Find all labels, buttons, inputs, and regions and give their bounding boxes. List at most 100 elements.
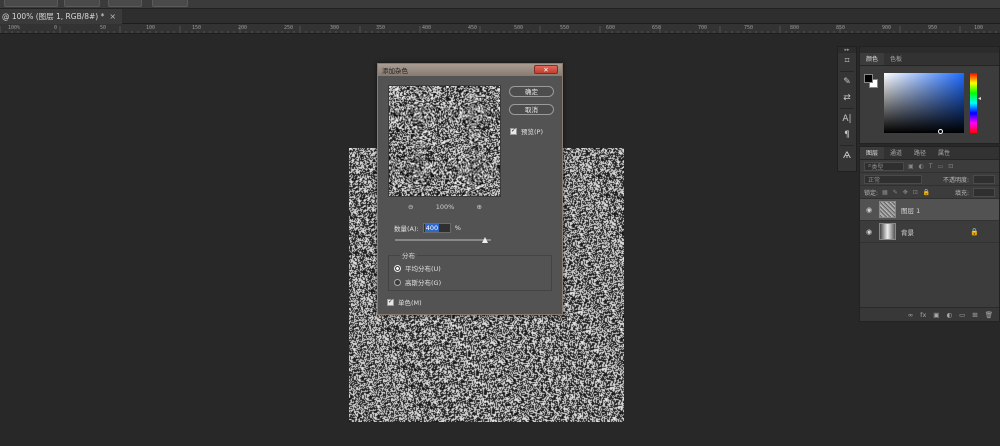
amount-value[interactable]: 400 xyxy=(424,224,440,232)
adjust-icon[interactable]: ⇄ xyxy=(838,90,856,106)
zoom-level: 100% xyxy=(435,203,455,211)
history-icon[interactable]: ⌗ xyxy=(838,53,856,69)
layer-row[interactable]: ◉ 背景 🔒 xyxy=(860,221,999,243)
monochrome-checkbox-row[interactable]: ✓ 单色(M) xyxy=(387,297,422,307)
foreground-color-swatch[interactable] xyxy=(864,74,873,83)
amount-slider-thumb[interactable] xyxy=(482,237,488,243)
amount-row: 数量(A): 400 % xyxy=(394,223,461,233)
lock-icons: ▦ ✎ ✥ ⊡ 🔒 xyxy=(882,189,930,196)
layer-name[interactable]: 背景 xyxy=(901,227,914,237)
link-layers-icon[interactable]: ∞ xyxy=(908,311,913,319)
lock-pixels-icon[interactable]: ▦ xyxy=(882,189,888,196)
color-picker-cursor[interactable] xyxy=(938,129,943,134)
visibility-eye-icon[interactable]: ◉ xyxy=(864,206,874,214)
layer-filter-label: 类型 xyxy=(871,163,884,171)
uniform-radio-row[interactable]: 平均分布(U) xyxy=(394,263,441,273)
amount-unit: % xyxy=(454,224,461,232)
brush-icon[interactable]: ✎ xyxy=(838,74,856,90)
cancel-button[interactable]: 取消 xyxy=(509,104,554,115)
lock-artboard-icon[interactable]: ⊡ xyxy=(913,189,918,196)
tab-channels[interactable]: 通道 xyxy=(884,147,908,159)
delete-layer-icon[interactable]: 🗑 xyxy=(985,311,993,319)
ruler-label: 100 xyxy=(974,25,984,31)
options-bar xyxy=(0,0,1000,9)
dock-divider xyxy=(840,145,854,146)
visibility-eye-icon[interactable]: ◉ xyxy=(864,228,874,236)
lock-move-icon[interactable]: ✥ xyxy=(903,189,908,196)
lock-icon: 🔒 xyxy=(970,227,979,236)
layers-panel: 图层 通道 路径 属性 ⌕ 类型 ▣ ◐ T ▭ ⊡ 正常 不透明度: 锁定: … xyxy=(859,146,1000,322)
layer-name[interactable]: 图层 1 xyxy=(901,205,920,215)
amount-input[interactable]: 400 xyxy=(422,223,451,233)
color-panel: 颜色 色板 ◂ xyxy=(859,46,1000,144)
filter-shape-icon[interactable]: ▭ xyxy=(938,163,944,170)
layer-thumbnail xyxy=(879,223,896,240)
tab-properties[interactable]: 属性 xyxy=(932,147,956,159)
gaussian-radio-row[interactable]: 高斯分布(G) xyxy=(394,277,441,287)
distribution-title: 分布 xyxy=(400,250,417,260)
ruler-label: 550 xyxy=(560,25,570,31)
color-picker-field[interactable] xyxy=(884,73,964,133)
text-icon[interactable]: A| xyxy=(838,111,856,127)
filter-type-icon[interactable]: T xyxy=(929,163,933,170)
ok-button[interactable]: 确定 xyxy=(509,86,554,97)
amount-slider-track[interactable] xyxy=(395,239,491,241)
ruler-label: 400 xyxy=(422,25,432,31)
monochrome-checkbox[interactable]: ✓ xyxy=(387,298,394,306)
layers-footer: ∞ fx ▣ ◐ ▭ ⊞ 🗑 xyxy=(860,307,999,321)
gaussian-radio[interactable] xyxy=(394,278,401,286)
blend-mode-select[interactable]: 正常 xyxy=(864,174,922,184)
filter-pixel-icon[interactable]: ▣ xyxy=(908,163,914,170)
filter-icons: ▣ ◐ T ▭ ⊡ xyxy=(908,163,953,170)
tab-color[interactable]: 颜色 xyxy=(860,53,885,65)
fill-field[interactable] xyxy=(973,187,995,197)
zoom-out-icon[interactable]: ⊖ xyxy=(408,203,413,211)
opacity-field[interactable] xyxy=(973,174,995,184)
preview-checkbox[interactable]: ✓ xyxy=(510,127,517,135)
layer-style-icon[interactable]: fx xyxy=(920,311,926,319)
noise-preview[interactable] xyxy=(388,85,501,197)
layer-filter-row: ⌕ 类型 ▣ ◐ T ▭ ⊡ xyxy=(860,160,999,173)
tab-swatches[interactable]: 色板 xyxy=(884,53,908,65)
options-button-2[interactable] xyxy=(64,0,100,7)
glyph-icon[interactable]: Ѧ xyxy=(838,148,856,164)
filter-smart-icon[interactable]: ⊡ xyxy=(948,163,953,170)
lock-all-icon[interactable]: 🔒 xyxy=(923,189,930,196)
paragraph-icon[interactable]: ¶ xyxy=(838,127,856,143)
close-icon[interactable]: × xyxy=(109,12,116,21)
ruler-label: 200 xyxy=(238,25,248,31)
zoom-controls: ⊖ 100% ⊕ xyxy=(408,203,482,211)
panel-icon-dock: ▸▸ ⌗ ✎ ⇄ A| ¶ Ѧ xyxy=(837,46,857,172)
ruler-label: 150 xyxy=(192,25,202,31)
ruler-label: 800 xyxy=(790,25,800,31)
adjustment-layer-icon[interactable]: ◐ xyxy=(946,311,952,319)
uniform-label: 平均分布(U) xyxy=(405,265,441,273)
opacity-label: 不透明度: xyxy=(942,176,969,184)
add-mask-icon[interactable]: ▣ xyxy=(933,311,939,319)
close-icon[interactable]: ✕ xyxy=(534,65,558,74)
new-layer-icon[interactable]: ⊞ xyxy=(972,311,977,319)
ruler-label: 750 xyxy=(744,25,754,31)
layer-row[interactable]: ◉ 图层 1 xyxy=(860,199,999,221)
dock-divider xyxy=(840,71,854,72)
uniform-radio[interactable] xyxy=(394,264,401,272)
hue-slider[interactable] xyxy=(970,73,977,133)
lock-paint-icon[interactable]: ✎ xyxy=(893,189,898,196)
filter-adjust-icon[interactable]: ◐ xyxy=(919,163,924,170)
ruler-label: 450 xyxy=(468,25,478,31)
layer-filter-select[interactable]: ⌕ 类型 xyxy=(864,161,904,171)
zoom-in-icon[interactable]: ⊕ xyxy=(477,203,482,211)
preview-checkbox-row[interactable]: ✓ 预览(P) xyxy=(510,126,543,136)
options-button-4[interactable] xyxy=(152,0,188,7)
ruler-label: 500 xyxy=(514,25,524,31)
ruler-label: 650 xyxy=(652,25,662,31)
options-button-3[interactable] xyxy=(108,0,142,7)
gaussian-label: 高斯分布(G) xyxy=(405,279,442,287)
document-tab[interactable]: @ 100% (图层 1, RGB/8#) * × xyxy=(0,9,123,24)
new-group-icon[interactable]: ▭ xyxy=(959,311,965,319)
tab-layers[interactable]: 图层 xyxy=(860,147,885,159)
tab-paths[interactable]: 路径 xyxy=(908,147,932,159)
options-button-1[interactable] xyxy=(4,0,58,7)
layer-thumbnail xyxy=(879,201,896,218)
hue-slider-arrow-icon[interactable]: ◂ xyxy=(978,95,981,102)
